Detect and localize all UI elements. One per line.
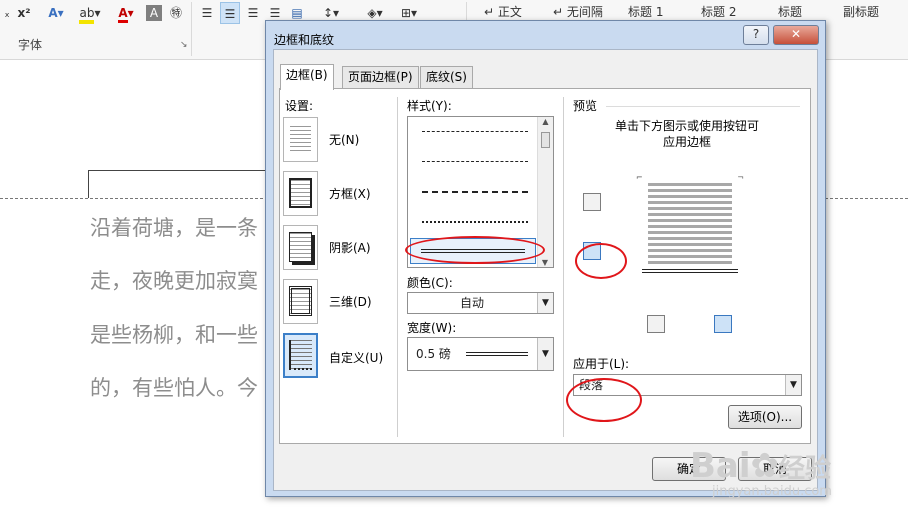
tab-shading[interactable]: 底纹(S)	[420, 66, 473, 88]
width-preview-line	[466, 352, 528, 356]
doc-line-1: 沿着荷塘，是一条	[90, 216, 258, 240]
setting-none-icon[interactable]	[283, 117, 318, 162]
width-label: 宽度(W):	[407, 321, 457, 335]
style-dotted[interactable]	[422, 131, 528, 132]
color-label: 颜色(C):	[407, 276, 453, 290]
width-select[interactable]: 0.5 磅 ▼	[407, 337, 554, 371]
watermark-brand: Bai	[690, 446, 751, 486]
setting-none-label[interactable]: 无(N)	[329, 131, 359, 148]
doc-line-4: 的，有些怕人。今	[90, 376, 258, 400]
chevron-down-icon[interactable]: ▼	[537, 293, 553, 313]
doc-line-2: 走，夜晚更加寂寞	[90, 269, 258, 293]
setting-box-icon[interactable]	[283, 171, 318, 216]
dialog-client: 边框(B) 页面边框(P) 底纹(S) 设置: 无(N) 方框(X) 阴影(A)…	[273, 49, 818, 491]
help-button[interactable]: ?	[743, 25, 769, 45]
preview-page[interactable]: ⌐ ¬	[636, 173, 744, 273]
char-shading-icon[interactable]: A	[146, 5, 162, 21]
enclose-char-icon[interactable]: ㊕	[167, 2, 185, 24]
paw-icon: ✿	[750, 446, 780, 486]
settings-label: 设置:	[285, 99, 314, 113]
top-border-button[interactable]	[583, 193, 601, 211]
setting-shadow-icon[interactable]	[283, 225, 318, 270]
align-right-icon[interactable]: ☰	[244, 2, 262, 24]
right-border-button[interactable]	[714, 315, 732, 333]
watermark-url: jingyan.baidu.com	[712, 484, 832, 499]
setting-box-label[interactable]: 方框(X)	[329, 185, 371, 202]
setting-3d-icon[interactable]	[283, 279, 318, 324]
setting-3d-label[interactable]: 三维(D)	[329, 293, 372, 310]
font-group-label: 字体	[18, 38, 43, 52]
annotation-oval-style	[405, 236, 545, 264]
paragraph-border	[88, 170, 278, 198]
annotation-oval-apply	[566, 378, 642, 422]
apply-label: 应用于(L):	[573, 357, 630, 371]
color-value: 自动	[459, 296, 484, 310]
style-label: 样式(Y):	[407, 99, 452, 113]
subscript-button[interactable]: ₓ	[0, 2, 14, 24]
watermark-logo: Bai✿经验	[690, 446, 831, 486]
chevron-down-icon[interactable]: ▼	[537, 338, 553, 370]
highlight-icon[interactable]: ab▾	[75, 2, 105, 24]
superscript-button[interactable]: x²	[15, 2, 33, 24]
doc-line-3: 是些杨柳，和一些	[90, 323, 258, 347]
preview-hint-1: 单击下方图示或使用按钮可	[614, 119, 759, 133]
divider-1	[397, 97, 398, 437]
scroll-down-icon[interactable]: ▼	[538, 258, 552, 267]
setting-custom-icon[interactable]	[283, 333, 318, 378]
dialog-title: 边框和底纹	[274, 33, 335, 47]
style-dashed[interactable]	[422, 161, 528, 162]
setting-shadow-label[interactable]: 阴影(A)	[329, 239, 371, 256]
tab-borders[interactable]: 边框(B)	[280, 64, 334, 90]
align-center-icon[interactable]: ☰	[220, 2, 240, 24]
dialog-launcher-icon[interactable]: ↘	[180, 40, 188, 50]
scroll-thumb[interactable]	[541, 132, 550, 148]
bottom-border-button[interactable]	[647, 315, 665, 333]
watermark-text: 经验	[779, 454, 832, 484]
chevron-down-icon[interactable]: ▼	[785, 375, 801, 395]
borders-panel: 设置: 无(N) 方框(X) 阴影(A) 三维(D) 自定义(U) 样式(Y):…	[279, 88, 811, 444]
setting-custom-label[interactable]: 自定义(U)	[329, 349, 383, 366]
preview-bottom-border[interactable]	[642, 269, 738, 273]
preview-rule	[606, 106, 800, 107]
scroll-up-icon[interactable]: ▲	[538, 117, 553, 126]
align-left-icon[interactable]: ☰	[198, 2, 216, 24]
divider-2	[563, 97, 564, 437]
color-select[interactable]: 自动 ▼	[407, 292, 554, 314]
tab-page-border[interactable]: 页面边框(P)	[342, 66, 419, 88]
annotation-oval-button	[575, 243, 627, 279]
close-button[interactable]: ✕	[773, 25, 819, 45]
font-color-icon[interactable]: A▾	[112, 2, 140, 24]
width-value: 0.5 磅	[416, 347, 451, 361]
style-dash-dot[interactable]	[422, 191, 528, 193]
options-button[interactable]: 选项(O)...	[728, 405, 802, 429]
style-subtitle[interactable]: 副标题	[843, 0, 879, 24]
preview-hint-2: 应用边框	[662, 135, 711, 149]
preview-label: 预览	[573, 99, 598, 113]
borders-shading-dialog: 边框和底纹 ? ✕ 边框(B) 页面边框(P) 底纹(S) 设置: 无(N) 方…	[265, 20, 826, 497]
style-dash-dot-dot[interactable]	[422, 221, 528, 223]
text-effects-icon[interactable]: A▾	[42, 2, 70, 24]
